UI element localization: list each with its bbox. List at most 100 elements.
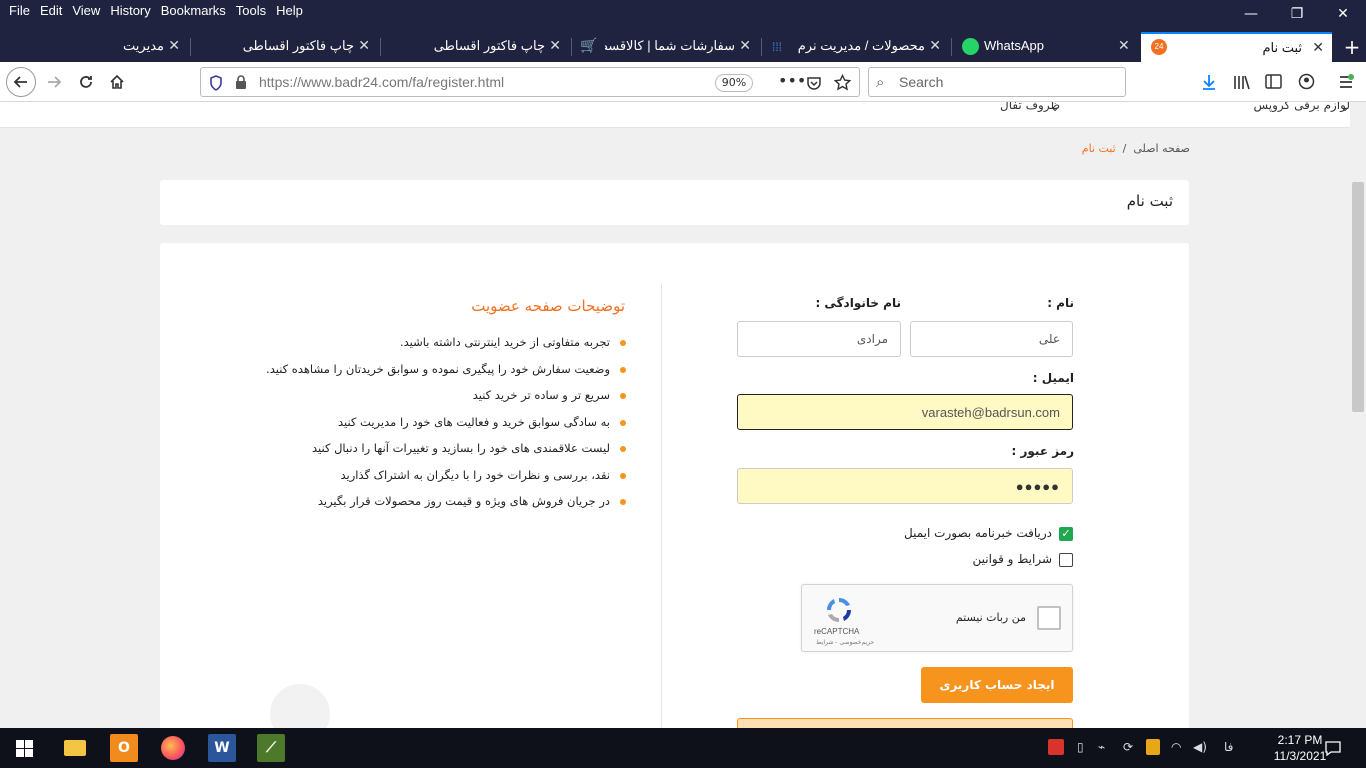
page-title-box: ثبت نام [160, 180, 1189, 225]
hamburger-menu-icon[interactable] [1338, 74, 1354, 90]
window-controls: — ❐ ✕ [1228, 0, 1366, 28]
page-scrollbar[interactable] [1350, 102, 1366, 728]
tray-volume-icon[interactable]: ◀) [1193, 740, 1207, 754]
more-icon[interactable]: ••• [778, 71, 806, 90]
description-title: توضیحات صفحه عضویت [471, 297, 625, 315]
list-item: در جریان فروش های ویژه و قیمت روز محصولا… [266, 494, 626, 521]
close-icon[interactable]: ✕ [739, 37, 751, 54]
password-label: رمز عبور : [1011, 444, 1074, 458]
taskbar: O W ⟋ ▯ ⌁ ⟳ ◠ ◀) فا 2:17 PM 11/3/2021 [0, 728, 1366, 768]
close-window-button[interactable]: ✕ [1320, 0, 1366, 28]
clock-time: 2:17 PM [1277, 733, 1323, 747]
scrollbar-thumb[interactable] [1352, 182, 1364, 412]
close-icon[interactable]: ✕ [1312, 39, 1324, 56]
tab-label: محصولات / مدیریت نرم اف [795, 38, 925, 53]
last-name-input[interactable]: مرادی [737, 321, 901, 357]
pocket-icon[interactable] [806, 75, 822, 91]
library-icon[interactable] [1233, 74, 1251, 90]
tab-invoice-1[interactable]: چاپ فاکتور اقساطی ✕ [381, 32, 571, 62]
input-language-indicator[interactable]: فا [1224, 740, 1233, 754]
last-name-label: نام خانوادگی : [815, 296, 901, 310]
close-icon[interactable]: ✕ [929, 37, 941, 54]
tab-label: چاپ فاکتور اقساطی [242, 38, 354, 53]
close-icon[interactable]: ✕ [358, 37, 370, 54]
menu-tools[interactable]: Tools [231, 2, 271, 20]
menu-bar: File Edit View History Bookmarks Tools H… [4, 2, 308, 20]
notification-icon[interactable] [1325, 740, 1341, 756]
menu-item-tefal[interactable]: ظروف تفال ⌄ [1000, 102, 1060, 114]
breadcrumb-current: ثبت نام [1081, 142, 1116, 155]
tray-wifi-icon[interactable]: ◠ [1171, 740, 1181, 754]
arrow-right-icon [48, 76, 62, 88]
breadcrumb-separator: / [1122, 142, 1127, 155]
recaptcha-text: من ربات نیستم [955, 611, 1026, 624]
tab-separator [951, 38, 952, 56]
page-content: لوازم برقی کروپس ⌄ ظروف تفال ⌄ صفحه اصلی… [0, 102, 1350, 728]
reload-button[interactable] [72, 68, 100, 96]
tray-sync-icon[interactable]: ⟳ [1123, 740, 1133, 754]
create-account-button[interactable]: ایجاد حساب کاربری [921, 667, 1073, 703]
menu-edit[interactable]: Edit [35, 2, 67, 20]
recaptcha-checkbox[interactable] [1037, 606, 1061, 630]
app-feather-icon[interactable]: ⟋ [257, 734, 285, 762]
tab-invoice-2[interactable]: چاپ فاکتور اقساطی ✕ [191, 32, 380, 62]
close-icon[interactable]: ✕ [168, 37, 180, 54]
tab-register[interactable]: 24 ثبت نام ✕ [1141, 32, 1332, 62]
windows-start-icon[interactable] [16, 740, 33, 757]
newsletter-checkbox[interactable]: ✓ [1059, 527, 1073, 541]
password-input[interactable]: ●●●●● [737, 468, 1073, 504]
close-icon[interactable]: ✕ [549, 37, 561, 54]
site-top-menu: لوازم برقی کروپس ⌄ ظروف تفال ⌄ [0, 102, 1350, 128]
shield-icon [210, 75, 222, 91]
login-link-bar[interactable] [737, 718, 1073, 728]
file-explorer-icon[interactable] [61, 734, 89, 762]
tab-whatsapp[interactable]: WhatsApp ✕ [952, 32, 1140, 62]
list-item: نقد، بررسی و نظرات خود را با دیگران به ا… [266, 468, 626, 495]
breadcrumb-home[interactable]: صفحه اصلی [1133, 142, 1190, 155]
list-item: تجربه متفاوتی از خرید اینترنتی داشته باش… [266, 335, 626, 362]
bookmark-star-icon[interactable] [834, 74, 851, 91]
back-button[interactable] [6, 67, 36, 97]
tab-label: چاپ فاکتور اقساطی [433, 38, 545, 53]
tray-app-icon[interactable] [1048, 739, 1064, 755]
cart-icon: 🛒 [580, 37, 598, 53]
menu-file[interactable]: File [4, 2, 35, 20]
menu-view[interactable]: View [67, 2, 105, 20]
tab-admin[interactable]: مدیریت ✕ [0, 32, 190, 62]
email-input[interactable]: varasteh@badrsun.com [737, 394, 1073, 430]
list-item: به سادگی سوابق خرید و فعالیت های خود را … [266, 415, 626, 442]
zoom-indicator[interactable]: 90% [715, 74, 753, 92]
tray-usb-icon[interactable]: ⌁ [1098, 740, 1105, 754]
menu-bookmarks[interactable]: Bookmarks [156, 2, 231, 20]
taskbar-clock[interactable]: 2:17 PM 11/3/2021 [1272, 732, 1328, 764]
download-icon[interactable] [1201, 74, 1217, 90]
chart-icon: ⁞⁞⁞ [772, 40, 783, 54]
url-bar[interactable]: https://www.badr24.com/fa/register.html … [200, 67, 860, 97]
forward-button[interactable] [40, 68, 68, 96]
firefox-icon[interactable] [159, 734, 187, 762]
recaptcha-widget: من ربات نیستم reCAPTCHA حریم‌خصوصی - شرا… [801, 584, 1073, 652]
terms-checkbox[interactable] [1059, 553, 1073, 567]
restore-button[interactable]: ❐ [1274, 0, 1320, 28]
home-button[interactable] [103, 68, 131, 96]
tab-products[interactable]: ⁞⁞⁞ محصولات / مدیریت نرم اف ✕ [762, 32, 951, 62]
first-name-input[interactable]: علی [910, 321, 1073, 357]
tray-app2-icon[interactable] [1146, 739, 1160, 755]
terms-label[interactable]: شرایط و قوانین [972, 552, 1052, 566]
word-icon[interactable]: W [208, 734, 236, 762]
close-icon[interactable]: ✕ [1118, 37, 1130, 54]
new-tab-button[interactable]: + [1338, 32, 1366, 62]
account-icon[interactable] [1298, 73, 1315, 90]
register-card: نام : نام خانوادگی : علی مرادی ایمیل : v… [160, 243, 1189, 728]
search-bar[interactable]: ⌕ Search [868, 67, 1126, 97]
sidebar-icon[interactable] [1265, 74, 1282, 89]
menu-history[interactable]: History [105, 2, 155, 20]
menu-item-krups[interactable]: لوازم برقی کروپس ⌄ [1253, 102, 1350, 114]
tray-battery-icon[interactable]: ▯ [1077, 740, 1084, 754]
minimize-button[interactable]: — [1228, 0, 1274, 28]
clock-date: 11/3/2021 [1273, 749, 1327, 763]
outlook-icon[interactable]: O [110, 734, 138, 762]
menu-help[interactable]: Help [271, 2, 308, 20]
tab-orders[interactable]: 🛒 سفارشات شما | کالاقسطی ✕ [572, 32, 761, 62]
recaptcha-terms[interactable]: حریم‌خصوصی - شرایط [816, 639, 874, 646]
